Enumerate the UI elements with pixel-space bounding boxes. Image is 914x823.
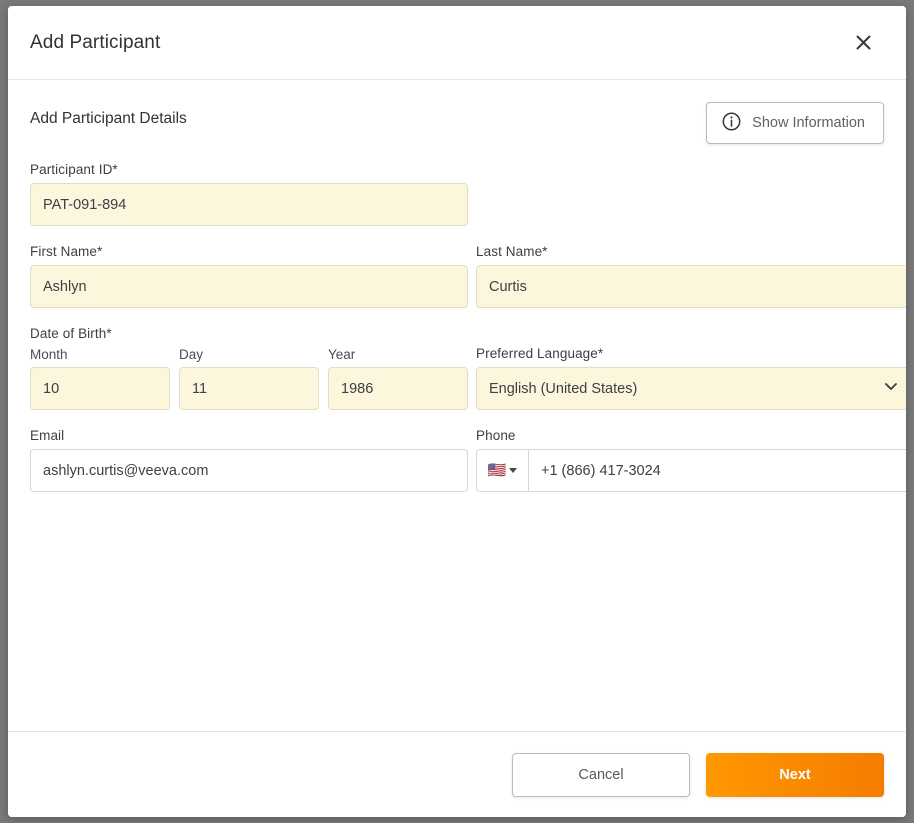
caret-down-icon (509, 468, 518, 473)
field-phone: Phone 🇺🇸 (476, 428, 906, 492)
dialog-footer: Cancel Next (8, 731, 906, 817)
dob-day-input[interactable] (179, 367, 319, 410)
section-header-row: Add Participant Details Show Information (30, 102, 884, 150)
email-input[interactable] (30, 449, 468, 492)
section-heading: Add Participant Details (30, 110, 187, 127)
spacer-participant-id-row (476, 162, 906, 244)
dialog-header: Add Participant (8, 6, 906, 80)
us-flag-icon: 🇺🇸 (487, 462, 507, 479)
field-date-of-birth: Date of Birth* Month Day Year (30, 326, 468, 410)
dob-month-label: Month (30, 347, 68, 362)
first-name-label: First Name* (30, 244, 103, 259)
field-dob-year: Year (328, 347, 468, 410)
close-button[interactable] (848, 28, 878, 58)
field-participant-id: Participant ID* (30, 162, 468, 226)
cancel-button[interactable]: Cancel (512, 752, 690, 797)
field-dob-day: Day (179, 347, 319, 410)
country-code-select[interactable]: 🇺🇸 (477, 450, 529, 491)
dob-year-input[interactable] (328, 367, 468, 410)
email-label: Email (30, 428, 65, 443)
first-name-input[interactable] (30, 265, 468, 308)
date-of-birth-group: Month Day Year (30, 347, 468, 410)
phone-label: Phone (476, 428, 516, 443)
field-email: Email (30, 428, 468, 492)
dialog-body: Add Participant Details Show Information… (8, 80, 906, 731)
dob-month-input[interactable] (30, 367, 170, 410)
participant-id-input[interactable] (30, 183, 468, 226)
close-icon (855, 34, 872, 51)
dialog-title: Add Participant (30, 31, 161, 53)
dob-year-label: Year (328, 347, 356, 362)
participant-form-grid: Participant ID* First Name* Last Name* D… (30, 162, 906, 510)
show-information-label: Show Information (752, 115, 865, 131)
date-of-birth-label: Date of Birth* (30, 326, 112, 341)
last-name-input[interactable] (476, 265, 906, 308)
phone-input-wrapper: 🇺🇸 (476, 449, 906, 492)
show-information-button[interactable]: Show Information (706, 102, 884, 144)
participant-id-label: Participant ID* (30, 162, 118, 177)
next-button[interactable]: Next (706, 752, 884, 797)
field-dob-month: Month (30, 347, 170, 410)
field-first-name: First Name* (30, 244, 468, 308)
preferred-language-label: Preferred Language* (476, 346, 604, 361)
field-last-name: Last Name* (476, 244, 906, 308)
preferred-language-select[interactable] (476, 367, 906, 410)
add-participant-dialog: Add Participant Add Participant Details (8, 6, 906, 817)
phone-number-input[interactable] (529, 450, 906, 491)
info-circle-icon (721, 111, 742, 136)
dob-day-label: Day (179, 347, 204, 362)
preferred-language-value[interactable] (476, 367, 906, 410)
last-name-label: Last Name* (476, 244, 548, 259)
field-preferred-language: Preferred Language* (476, 346, 906, 410)
